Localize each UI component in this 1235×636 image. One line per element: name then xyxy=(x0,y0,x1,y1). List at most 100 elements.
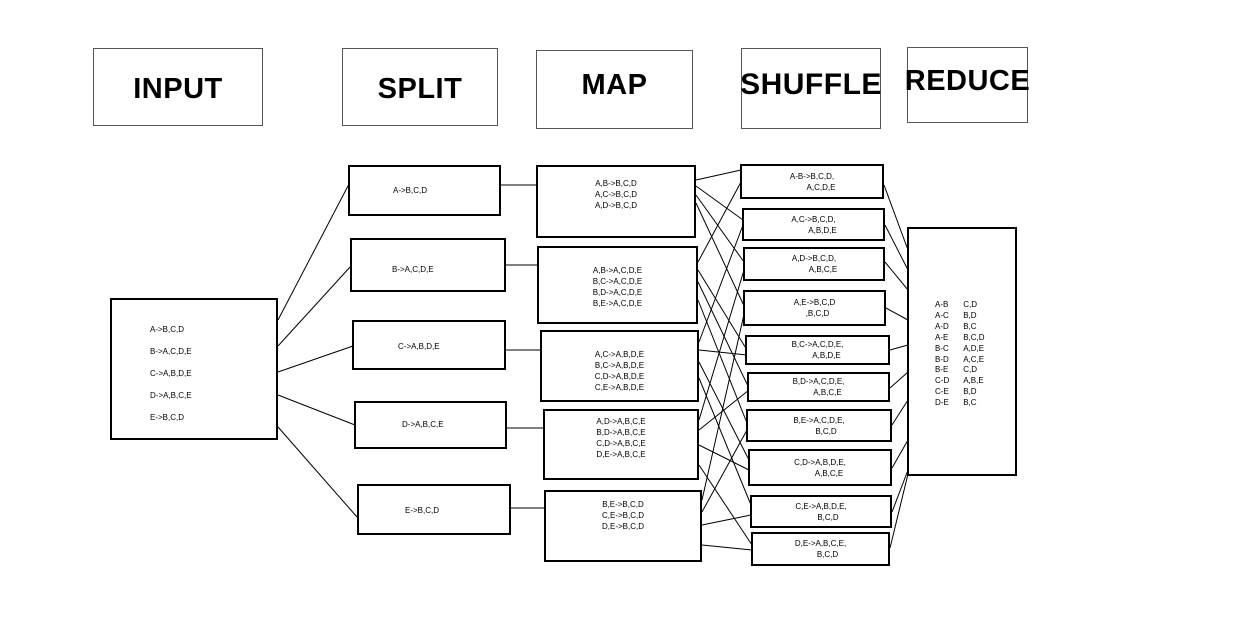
map-line: D,E->B,C,D xyxy=(601,521,644,531)
map-line: A,B->B,C,D xyxy=(595,179,637,188)
connector-line xyxy=(701,514,752,526)
map-box: A,B->B,C,D A,C->B,C,D A,D->B,C,D xyxy=(536,165,696,238)
table-row: A-E B,C,D xyxy=(935,333,985,344)
input-line: C->A,B,D,E xyxy=(150,369,192,378)
shuffle-line: A,B,C,E xyxy=(813,388,842,397)
map-box: B,E->B,C,D C,E->B,C,D D,E->B,C,D xyxy=(544,490,702,562)
connector-line xyxy=(883,184,909,251)
connector-line xyxy=(884,261,909,291)
split-box: D->A,B,C,E xyxy=(354,401,507,449)
map-line: C,E->A,B,D,E xyxy=(594,383,645,392)
map-line: A,C->B,C,D xyxy=(594,190,637,199)
map-line: B,D->A,B,C,E xyxy=(596,427,646,437)
input-line: E->B,C,D xyxy=(150,413,185,422)
map-box: A,C->A,B,D,E B,C->A,B,D,E C,D->A,B,D,E C… xyxy=(540,330,699,402)
split-line: E->B,C,D xyxy=(405,506,440,515)
split-box: C->A,B,D,E xyxy=(352,320,506,370)
shuffle-line: B,C,D xyxy=(815,426,837,436)
shuffle-box: A-B->B,C,D, A,C,D,E xyxy=(740,164,884,199)
shuffle-box: D,E->A,B,C,E, B,C,D xyxy=(751,532,890,566)
shuffle-line: A,B,D,E xyxy=(812,351,841,360)
reduce-common: B,C xyxy=(963,321,977,331)
split-box: E->B,C,D xyxy=(357,484,511,535)
shuffle-box: A,E->B,C,D ,B,C,D xyxy=(743,290,886,326)
table-row: B-D A,C,E xyxy=(935,355,985,366)
reduce-pair: C-E xyxy=(935,387,949,397)
input-line: D->A,B,C,E xyxy=(150,391,192,400)
connector-line xyxy=(885,307,909,321)
shuffle-line: C,D->A,B,D,E, xyxy=(794,457,846,467)
map-box: A,B->A,C,D,E B,C->A,C,D,E B,D->A,C,D,E B… xyxy=(537,246,698,324)
shuffle-line: B,D->A,C,D,E, xyxy=(792,377,845,386)
reduce-common: B,D xyxy=(963,387,977,397)
connector-line xyxy=(697,299,748,424)
connector-line xyxy=(697,269,748,351)
shuffle-line: B,C,D xyxy=(816,550,839,559)
shuffle-box: C,E->A,B,D,E, B,C,D xyxy=(750,495,892,528)
map-line: A,C->A,B,D,E xyxy=(594,350,645,359)
split-box: B->A,C,D,E xyxy=(350,238,506,292)
reduce-common: B,C xyxy=(963,398,977,408)
connector-line xyxy=(891,439,909,469)
reduce-pair: D-E xyxy=(935,398,949,408)
shuffle-line: A,D->B,C,D, xyxy=(791,254,837,263)
shuffle-line: A,C,D,E xyxy=(806,182,836,192)
table-row: C-E B,D xyxy=(935,387,985,398)
reduce-pair: A-C xyxy=(935,310,949,320)
map-line: B,E->B,C,D xyxy=(602,499,644,509)
map-line: C,E->B,C,D xyxy=(601,510,644,520)
connector-line xyxy=(277,426,358,518)
split-line: C->A,B,D,E xyxy=(398,342,440,351)
input-line: B->A,C,D,E xyxy=(150,347,192,356)
map-line: D,E->A,B,C,E xyxy=(596,449,646,459)
connector-line xyxy=(884,224,909,271)
map-line: A,D->A,B,C,E xyxy=(596,416,646,426)
map-box: A,D->A,B,C,E B,D->A,B,C,E C,D->A,B,C,E D… xyxy=(543,409,699,480)
split-line: D->A,B,C,E xyxy=(402,420,444,429)
connector-line xyxy=(277,265,352,347)
shuffle-line: A,B,C,E xyxy=(814,468,844,478)
shuffle-box: B,D->A,C,D,E, A,B,C,E xyxy=(747,372,890,402)
input-box: A->B,C,D B->A,C,D,E C->A,B,D,E D->A,B,C,… xyxy=(110,298,278,440)
connector-line xyxy=(701,544,753,551)
reduce-pair: B-D xyxy=(935,354,949,364)
shuffle-line: ,B,C,D xyxy=(805,309,830,318)
connector-line xyxy=(889,371,909,389)
connector-line xyxy=(277,345,354,373)
map-line: B,D->A,C,D,E xyxy=(592,288,643,297)
reduce-pair: C-D xyxy=(935,376,950,386)
connector-line xyxy=(698,444,750,471)
reduce-table: A-B C,D A-C B,D A-D B,C A-E B,C,D B-C A,D,E B… xyxy=(935,300,985,409)
map-line: C,D->A,B,C,E xyxy=(596,438,646,448)
split-box: A->B,C,D xyxy=(348,165,501,216)
reduce-common: B,C,D xyxy=(963,332,985,342)
shuffle-line: A,C->B,C,D, xyxy=(791,214,836,224)
shuffle-line: B,E->A,C,D,E, xyxy=(793,415,845,425)
shuffle-line: B,C,D xyxy=(817,512,839,522)
connector-line xyxy=(277,183,350,321)
table-row: C-D A,B,E xyxy=(935,376,985,387)
reduce-pair: B-E xyxy=(935,365,949,375)
connector-line xyxy=(695,169,742,181)
reduce-common: C,D xyxy=(963,365,977,375)
map-line: A,D->B,C,D xyxy=(594,201,637,210)
shuffle-line: A,B,D,E xyxy=(808,225,837,235)
reduce-pair: A-B xyxy=(935,300,949,309)
split-line: A->B,C,D xyxy=(393,186,428,195)
shuffle-box: A,D->B,C,D, A,B,C,E xyxy=(743,247,885,281)
map-line: A,B->A,C,D,E xyxy=(592,266,643,275)
shuffle-box: B,C->A,C,D,E, A,B,D,E xyxy=(745,335,890,365)
reduce-common: B,D xyxy=(963,310,977,320)
reduce-common: A,D,E xyxy=(963,343,985,353)
reduce-common: A,C,E xyxy=(963,354,985,364)
split-line: B->A,C,D,E xyxy=(392,265,434,274)
connector-line xyxy=(698,361,750,461)
connector-line xyxy=(277,394,356,426)
table-row: A-B C,D xyxy=(935,300,985,311)
map-line: B,C->A,C,D,E xyxy=(592,277,643,286)
shuffle-line: A,B,C,E xyxy=(808,265,838,274)
shuffle-box: A,C->B,C,D, A,B,D,E xyxy=(742,208,885,241)
shuffle-line: D,E->A,B,C,E, xyxy=(794,539,847,548)
reduce-common: A,B,E xyxy=(963,376,984,386)
table-row: B-C A,D,E xyxy=(935,344,985,355)
